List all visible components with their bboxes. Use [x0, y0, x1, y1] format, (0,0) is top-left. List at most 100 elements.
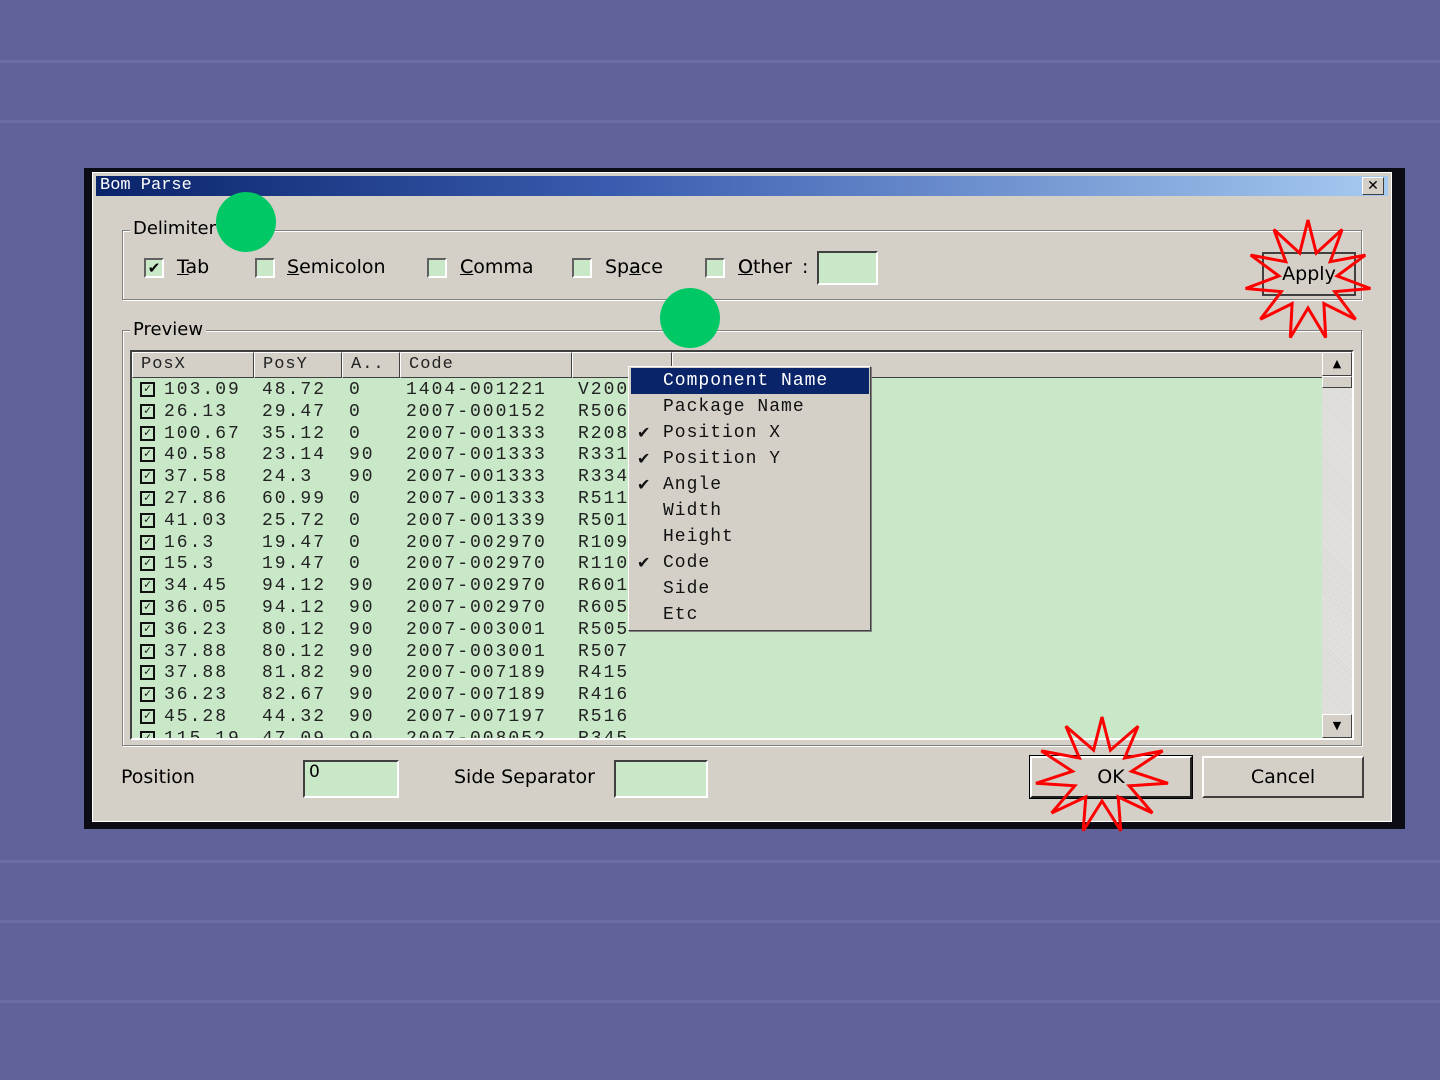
- vertical-scrollbar[interactable]: ▲ ▼: [1322, 352, 1352, 738]
- menu-item-label: Width: [663, 501, 723, 521]
- apply-button[interactable]: Apply: [1262, 252, 1356, 296]
- table-cell: 2007-008052: [406, 728, 547, 740]
- preview-label: Preview: [130, 319, 207, 340]
- row-checkbox[interactable]: ✓: [140, 600, 155, 615]
- tab-checkbox[interactable]: ✔: [144, 258, 164, 278]
- table-cell: R345: [578, 728, 630, 740]
- column-header-posx[interactable]: PosX: [132, 352, 254, 378]
- other-delimiter-input[interactable]: [817, 251, 878, 285]
- menu-item[interactable]: Package Name: [631, 394, 869, 420]
- table-cell: 0: [349, 554, 362, 575]
- table-cell: 24.3: [262, 467, 314, 488]
- table-cell: 26.13: [164, 401, 229, 422]
- table-cell: R331: [578, 445, 630, 466]
- table-cell: 36.23: [164, 685, 229, 706]
- table-cell: 0: [349, 510, 362, 531]
- menu-item[interactable]: Side: [631, 576, 869, 602]
- dialog-title: Bom Parse: [100, 176, 192, 195]
- menu-item[interactable]: Width: [631, 498, 869, 524]
- table-row[interactable]: ✓ 45.28 44.32 90 2007-007197 R516: [132, 706, 1322, 728]
- table-cell: 19.47: [262, 554, 327, 575]
- table-cell: V200: [578, 380, 630, 400]
- menu-item[interactable]: ✔ Position Y: [631, 446, 869, 472]
- row-checkbox[interactable]: ✓: [140, 709, 155, 724]
- check-icon: ✔: [637, 553, 652, 572]
- row-checkbox[interactable]: ✓: [140, 491, 155, 506]
- menu-item[interactable]: ✔ Position X: [631, 420, 869, 446]
- table-cell: 90: [349, 728, 375, 740]
- check-icon: ✔: [637, 475, 652, 494]
- ok-button[interactable]: OK: [1029, 755, 1193, 799]
- menu-item-label: Height: [663, 527, 734, 547]
- menu-item-label: Package Name: [663, 397, 805, 417]
- row-checkbox[interactable]: ✓: [140, 730, 155, 738]
- table-cell: 94.12: [262, 598, 327, 618]
- row-checkbox[interactable]: ✓: [140, 687, 155, 703]
- arrow-up-icon: ▲: [1332, 357, 1342, 370]
- table-cell: 2007-002970: [406, 554, 547, 575]
- menu-item-label: Component Name: [663, 371, 829, 391]
- table-cell: R601: [578, 576, 630, 597]
- space-checkbox[interactable]: [572, 258, 592, 278]
- close-button[interactable]: ✕: [1362, 177, 1384, 195]
- table-cell: 80.12: [262, 619, 327, 640]
- row-checkbox[interactable]: ✓: [140, 643, 155, 659]
- table-cell: 90: [349, 707, 375, 727]
- check-icon: ✔: [637, 423, 652, 442]
- table-cell: 48.72: [262, 380, 327, 400]
- row-checkbox[interactable]: ✓: [140, 447, 155, 463]
- table-cell: 40.58: [164, 445, 229, 466]
- menu-item[interactable]: Etc: [631, 602, 869, 628]
- column-header-code[interactable]: Code: [400, 352, 572, 378]
- background-line: [0, 860, 1440, 863]
- comma-checkbox[interactable]: [427, 258, 447, 278]
- table-row[interactable]: ✓ 37.88 80.12 90 2007-003001 R507: [132, 641, 1322, 663]
- table-cell: 0: [349, 532, 362, 553]
- side-separator-input[interactable]: [614, 760, 708, 798]
- row-checkbox[interactable]: ✓: [140, 403, 155, 419]
- row-checkbox[interactable]: ✓: [140, 382, 155, 397]
- menu-item[interactable]: ✔ Code: [631, 550, 869, 576]
- table-row[interactable]: ✓ 37.88 81.82 90 2007-007189 R415: [132, 662, 1322, 684]
- row-checkbox[interactable]: ✓: [140, 512, 155, 528]
- table-cell: 82.67: [262, 685, 327, 706]
- menu-item-label: Code: [663, 553, 711, 573]
- cancel-button[interactable]: Cancel: [1202, 756, 1364, 798]
- table-cell: 45.28: [164, 707, 229, 727]
- semicolon-label[interactable]: Semicolon: [287, 256, 386, 278]
- row-checkbox[interactable]: ✓: [140, 425, 155, 441]
- title-bar[interactable]: [96, 176, 1388, 196]
- table-cell: 90: [349, 619, 375, 640]
- row-checkbox[interactable]: ✓: [140, 621, 155, 637]
- row-checkbox[interactable]: ✓: [140, 469, 155, 485]
- table-cell: 2007-007189: [406, 685, 547, 706]
- row-checkbox[interactable]: ✓: [140, 665, 155, 681]
- row-checkbox[interactable]: ✓: [140, 578, 155, 594]
- table-cell: 103.09: [164, 380, 241, 400]
- space-accelerator: Spa: [629, 256, 641, 278]
- table-cell: 36.23: [164, 619, 229, 640]
- semicolon-checkbox[interactable]: [255, 258, 275, 278]
- table-cell: 37.88: [164, 641, 229, 662]
- column-header-angle[interactable]: A..: [342, 352, 400, 378]
- table-cell: 81.82: [262, 663, 327, 684]
- row-checkbox[interactable]: ✓: [140, 534, 155, 550]
- table-cell: 47.09: [262, 728, 327, 740]
- menu-item[interactable]: Height: [631, 524, 869, 550]
- scroll-up-button[interactable]: ▲: [1322, 352, 1352, 376]
- menu-item[interactable]: ✔ Angle: [631, 472, 869, 498]
- menu-item[interactable]: Component Name: [631, 368, 869, 394]
- table-cell: R208: [578, 423, 630, 444]
- scroll-down-button[interactable]: ▼: [1322, 714, 1352, 738]
- table-row[interactable]: ✓ 36.23 82.67 90 2007-007189 R416: [132, 684, 1322, 706]
- highlight-circle: [216, 192, 276, 252]
- scroll-thumb[interactable]: [1322, 376, 1352, 388]
- row-checkbox[interactable]: ✓: [140, 556, 155, 572]
- table-cell: 2007-003001: [406, 641, 547, 662]
- position-input[interactable]: 0: [303, 760, 399, 798]
- table-cell: 2007-001333: [406, 423, 547, 444]
- table-cell: 90: [349, 641, 375, 662]
- other-checkbox[interactable]: [705, 258, 725, 278]
- column-header-posy[interactable]: PosY: [254, 352, 342, 378]
- table-row[interactable]: ✓ 115.19 47.09 90 2007-008052 R345: [132, 728, 1322, 740]
